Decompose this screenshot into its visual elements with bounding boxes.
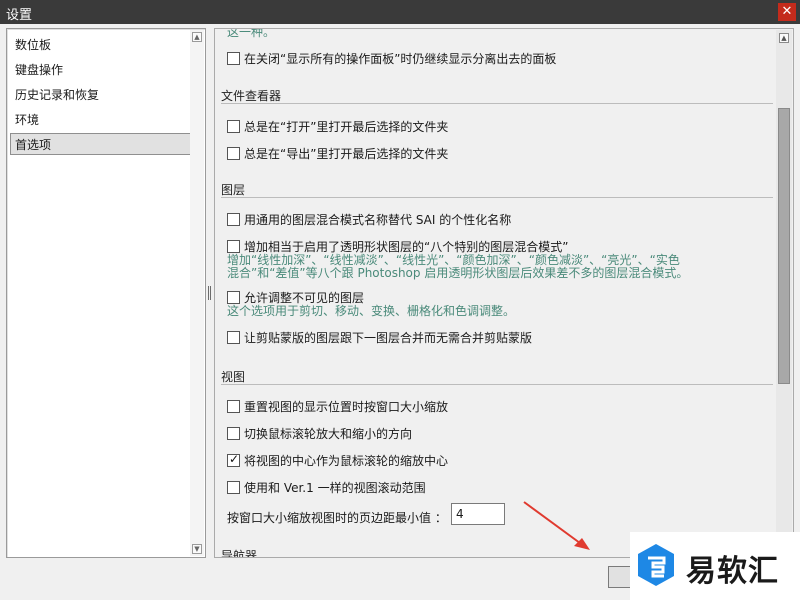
description-edit-invisible: 这个选项用于剪切、移动、变换、栅格化和色调调整。 bbox=[227, 304, 516, 318]
section-heading-navigator: 导航器 bbox=[221, 549, 258, 558]
divider bbox=[221, 103, 773, 104]
checkbox[interactable] bbox=[227, 291, 240, 304]
checkbox[interactable] bbox=[227, 481, 240, 494]
min-margin-input[interactable]: 4 bbox=[451, 503, 505, 525]
checkmark-icon[interactable] bbox=[227, 452, 240, 467]
sidebar-item-environment[interactable]: 环境 bbox=[10, 108, 194, 130]
close-icon[interactable]: ✕ bbox=[778, 3, 796, 21]
checkbox[interactable] bbox=[227, 240, 240, 253]
checkbox-label: 让剪贴蒙版的图层跟下一图层合并而无需合并剪贴蒙版 bbox=[244, 331, 533, 345]
checkbox[interactable] bbox=[227, 400, 240, 413]
checkbox[interactable] bbox=[227, 147, 240, 160]
brand-logo-icon bbox=[638, 544, 674, 586]
settings-dialog: 数位板 键盘操作 历史记录和恢复 环境 首选项 ▲ ▼ 这一种。 在关闭“显示所… bbox=[0, 24, 800, 600]
watermark-text: 易软汇 bbox=[686, 554, 779, 589]
cut-off-description: 这一种。 bbox=[227, 28, 276, 39]
sidebar-item-keyboard[interactable]: 键盘操作 bbox=[10, 58, 194, 80]
sidebar-item-tablet[interactable]: 数位板 bbox=[10, 33, 194, 55]
checkbox-keep-panels[interactable]: 在关闭“显示所有的操作面板”时仍继续显示分离出去的面板 bbox=[227, 50, 556, 68]
checkbox-label: 在关闭“显示所有的操作面板”时仍继续显示分离出去的面板 bbox=[244, 52, 557, 66]
preferences-panel: 这一种。 在关闭“显示所有的操作面板”时仍继续显示分离出去的面板 文件查看器 总… bbox=[214, 28, 794, 558]
sidebar-item-history[interactable]: 历史记录和恢复 bbox=[10, 83, 194, 105]
description-eight-modes-line2: 混合”和“差值”等八个跟 Photoshop 启用透明形状图层后效果差不多的图层… bbox=[227, 266, 689, 280]
checkbox-label: 总是在“导出”里打开最后选择的文件夹 bbox=[244, 147, 449, 161]
checkbox-export-last-folder[interactable]: 总是在“导出”里打开最后选择的文件夹 bbox=[227, 145, 448, 163]
checkbox-label: 总是在“打开”里打开最后选择的文件夹 bbox=[244, 120, 449, 134]
chevron-down-icon[interactable]: ▼ bbox=[192, 544, 202, 554]
checkbox-label: 切换鼠标滚轮放大和缩小的方向 bbox=[244, 427, 413, 441]
checkbox-ver1-scroll-range[interactable]: 使用和 Ver.1 一样的视图滚动范围 bbox=[227, 479, 426, 497]
section-heading-view: 视图 bbox=[221, 370, 246, 384]
divider bbox=[221, 384, 773, 385]
panel-scrollbar[interactable]: ▲ ▼ bbox=[776, 30, 792, 556]
annotation-arrow-icon bbox=[523, 501, 590, 550]
checkbox-label: 重置视图的显示位置时按窗口大小缩放 bbox=[244, 400, 449, 414]
checkbox-label: 允许调整不可见的图层 bbox=[244, 291, 365, 305]
checkbox-clip-merge[interactable]: 让剪贴蒙版的图层跟下一图层合并而无需合并剪贴蒙版 bbox=[227, 329, 532, 347]
checkbox-label: 增加相当于启用了透明形状图层的“八个特别的图层混合模式” bbox=[244, 240, 569, 254]
checkbox[interactable] bbox=[227, 213, 240, 226]
checkbox[interactable] bbox=[227, 427, 240, 440]
divider bbox=[221, 197, 773, 198]
scrollbar-thumb[interactable] bbox=[778, 108, 790, 384]
checkbox[interactable] bbox=[227, 52, 240, 65]
sidebar-scrollbar[interactable]: ▲ ▼ bbox=[190, 30, 204, 556]
checkbox-generic-blend-names[interactable]: 用通用的图层混合模式名称替代 SAI 的个性化名称 bbox=[227, 211, 511, 229]
checkbox[interactable] bbox=[227, 120, 240, 133]
checkbox-reset-view-fit[interactable]: 重置视图的显示位置时按窗口大小缩放 bbox=[227, 398, 448, 416]
sidebar-item-preferences[interactable]: 首选项 bbox=[10, 133, 194, 155]
section-heading-file-viewer: 文件查看器 bbox=[221, 89, 282, 103]
checkbox-invert-wheel-zoom[interactable]: 切换鼠标滚轮放大和缩小的方向 bbox=[227, 425, 412, 443]
checkbox-wheel-zoom-center[interactable]: 将视图的中心作为鼠标滚轮的缩放中心 bbox=[227, 452, 448, 470]
checkbox-open-last-folder[interactable]: 总是在“打开”里打开最后选择的文件夹 bbox=[227, 118, 448, 136]
checkbox-label: 将视图的中心作为鼠标滚轮的缩放中心 bbox=[244, 454, 449, 468]
chevron-up-icon[interactable]: ▲ bbox=[779, 33, 789, 43]
min-margin-label: 按窗口大小缩放视图时的页边距最小值 ： bbox=[227, 511, 447, 525]
checkbox-label: 用通用的图层混合模式名称替代 SAI 的个性化名称 bbox=[244, 213, 512, 227]
watermark: 易软汇 bbox=[630, 532, 800, 600]
category-list: 数位板 键盘操作 历史记录和恢复 环境 首选项 ▲ ▼ bbox=[6, 28, 206, 558]
checkbox[interactable] bbox=[227, 331, 240, 344]
window-title: 设置 bbox=[6, 8, 33, 23]
section-heading-layers: 图层 bbox=[221, 183, 246, 197]
chevron-up-icon[interactable]: ▲ bbox=[192, 32, 202, 42]
title-bar: 设置 ✕ bbox=[0, 0, 800, 24]
splitter-handle[interactable] bbox=[208, 286, 211, 300]
checkbox-label: 使用和 Ver.1 一样的视图滚动范围 bbox=[244, 481, 426, 495]
